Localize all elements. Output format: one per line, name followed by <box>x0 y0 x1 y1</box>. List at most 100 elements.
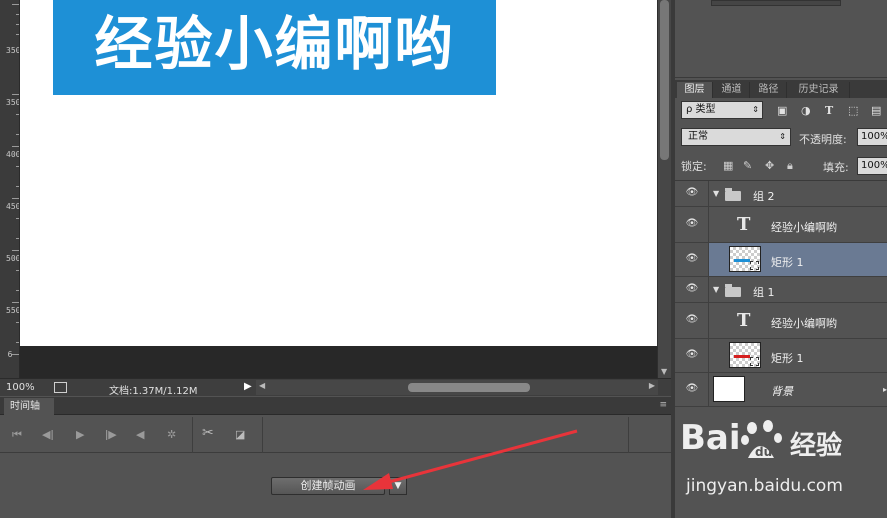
svg-text:du: du <box>755 445 772 459</box>
layer-name: 经验小编啊哟 <box>771 317 837 330</box>
layer-row-group-1[interactable]: 👁︎ ▼ 组 1 <box>675 277 887 303</box>
ruler-label: 400 <box>6 150 20 159</box>
opacity-input[interactable]: 100% <box>857 128 887 146</box>
layer-row-background[interactable]: 👁︎ 背景 ▸ <box>675 373 887 407</box>
layer-name: 组 1 <box>753 286 775 299</box>
play-icon[interactable]: ▶ <box>76 428 84 441</box>
zoom-level[interactable]: 100% <box>6 382 35 393</box>
scroll-left-icon[interactable]: ◀ <box>259 381 265 390</box>
layer-name: 组 2 <box>753 190 775 203</box>
ruler-label: 6 <box>7 350 13 359</box>
visibility-eye-icon[interactable]: 👁︎ <box>685 349 699 363</box>
previous-frame-icon[interactable]: ◀ǀ <box>42 428 54 441</box>
layer-filter-select[interactable]: ρ 类型 ⇕ <box>681 101 763 119</box>
status-bar: 100% 文档:1.37M/1.12M ▶ ◀ ▶ <box>0 378 671 397</box>
panel-menu-icon[interactable]: ≡ <box>659 400 667 410</box>
timeline-header: 时间轴 ≡ <box>0 397 671 415</box>
lock-all-icon[interactable]: 🔒︎ <box>787 159 793 173</box>
blend-row: 正常 ⇕ 不透明度: 100% <box>675 127 887 149</box>
document-info: 文档:1.37M/1.12M <box>109 386 198 397</box>
tab-layers[interactable]: 图层 <box>677 82 713 98</box>
blend-mode-select[interactable]: 正常 ⇕ <box>681 128 791 146</box>
scroll-right-icon[interactable]: ▶ <box>649 381 655 390</box>
opacity-label: 不透明度: <box>799 133 847 146</box>
layer-name: 背景 <box>771 385 793 398</box>
image-filter-icon[interactable]: ▣ <box>777 104 787 117</box>
next-frame-icon[interactable]: ǀ▶ <box>105 428 117 441</box>
status-menu-arrow-icon[interactable]: ▶ <box>244 381 252 392</box>
top-panel-swatch <box>711 0 841 6</box>
annotation-arrow <box>363 429 578 490</box>
visibility-eye-icon[interactable]: 👁︎ <box>685 283 699 297</box>
tab-timeline[interactable]: 时间轴 <box>4 398 54 415</box>
watermark-url: jingyan.baidu.com <box>686 476 843 496</box>
ruler-label: 550 <box>6 306 20 315</box>
document-canvas-area[interactable]: 经验小编啊哟 <box>20 0 657 378</box>
text-layer-icon: T <box>737 214 751 235</box>
layer-row-rectangle-selected[interactable]: 👁︎ 矩形 1 <box>675 243 887 277</box>
ruler-label: 500 <box>6 254 20 263</box>
first-frame-icon[interactable]: ⏮ <box>12 428 22 442</box>
layer-row-text[interactable]: 👁︎ T 经验小编啊哟 <box>675 207 887 243</box>
adjustment-filter-icon[interactable]: ◑ <box>801 104 811 117</box>
lock-transparency-icon[interactable]: ▦ <box>723 159 733 172</box>
folder-icon <box>725 188 741 201</box>
vertical-scrollbar[interactable]: ▼ <box>657 0 671 378</box>
document-canvas[interactable]: 经验小编啊哟 <box>20 0 657 346</box>
folder-icon <box>725 284 741 297</box>
ruler-label: 350 <box>6 46 20 55</box>
watermark-logo: Bai <box>680 418 741 458</box>
fill-label: 填充: <box>823 161 849 174</box>
text-layer-icon: T <box>737 310 751 331</box>
tab-history[interactable]: 历史记录 <box>788 82 850 98</box>
layer-thumbnail <box>729 342 761 368</box>
horizontal-scrollbar[interactable]: ◀ ▶ <box>256 380 658 395</box>
layer-name: 经验小编啊哟 <box>771 221 837 234</box>
lock-label: 锁定: <box>681 160 707 173</box>
settings-gear-icon[interactable]: ✲ <box>167 428 176 441</box>
lock-row: 锁定: ▦ ✎ ✥ 🔒︎ 填充: 100% <box>675 154 887 178</box>
visibility-eye-icon[interactable]: 👁︎ <box>685 218 699 232</box>
vertical-ruler: 350 350 400 450 500 550 6 <box>0 0 20 378</box>
expand-triangle-icon[interactable]: ▼ <box>713 285 719 294</box>
horizontal-scroll-thumb[interactable] <box>408 383 530 392</box>
ruler-label: 350 <box>6 98 20 107</box>
lock-pixels-icon[interactable]: ✎ <box>743 159 752 172</box>
banner-text: 经验小编啊哟 <box>53 0 496 95</box>
select-arrows-icon: ⇕ <box>779 132 786 141</box>
type-filter-icon[interactable]: T <box>825 104 833 117</box>
audio-icon[interactable]: ◀ <box>136 428 144 441</box>
smart-object-filter-icon[interactable]: ▤ <box>871 104 881 117</box>
visibility-eye-icon[interactable]: 👁︎ <box>685 383 699 397</box>
tab-channels[interactable]: 通道 <box>714 82 750 98</box>
fill-input[interactable]: 100% <box>857 157 887 175</box>
vertical-scroll-thumb[interactable] <box>660 0 669 160</box>
visibility-eye-icon[interactable]: 👁︎ <box>685 253 699 267</box>
tab-paths[interactable]: 路径 <box>751 82 787 98</box>
panel-tabs: 图层 通道 路径 历史记录 <box>675 80 887 98</box>
ruler-label: 450 <box>6 202 20 211</box>
expand-triangle-icon[interactable]: ▼ <box>713 189 719 198</box>
visibility-eye-icon[interactable]: 👁︎ <box>685 314 699 328</box>
scroll-down-icon[interactable]: ▼ <box>661 367 667 376</box>
layer-thumbnail <box>729 246 761 272</box>
shape-filter-icon[interactable]: ⬚ <box>848 104 858 117</box>
watermark-logo-suffix: 经验 <box>790 431 843 461</box>
layer-name: 矩形 1 <box>771 352 804 365</box>
scissors-icon[interactable]: ✂ <box>202 425 214 441</box>
select-arrows-icon: ⇕ <box>752 105 759 114</box>
layer-row-group-2[interactable]: 👁︎ ▼ 组 2 <box>675 181 887 207</box>
lock-position-icon[interactable]: ✥ <box>765 159 774 172</box>
blend-mode-value: 正常 <box>688 131 708 142</box>
layer-row-text[interactable]: 👁︎ T 经验小编啊哟 <box>675 303 887 339</box>
visibility-eye-icon[interactable]: 👁︎ <box>685 187 699 201</box>
baidu-jingyan-watermark: Bai du 经验 jingyan.baidu.com <box>678 418 884 518</box>
layer-scroll-arrow-icon[interactable]: ▸ <box>883 385 887 394</box>
top-panel-strip <box>675 0 887 78</box>
layer-filter-row: ρ 类型 ⇕ ▣ ◑ T ⬚ ▤ <box>675 100 887 122</box>
share-icon[interactable] <box>54 382 67 393</box>
transition-icon[interactable]: ◪ <box>235 428 245 441</box>
filter-label: ρ 类型 <box>686 104 716 115</box>
layer-row-rectangle[interactable]: 👁︎ 矩形 1 <box>675 339 887 373</box>
background-thumbnail <box>713 376 745 402</box>
